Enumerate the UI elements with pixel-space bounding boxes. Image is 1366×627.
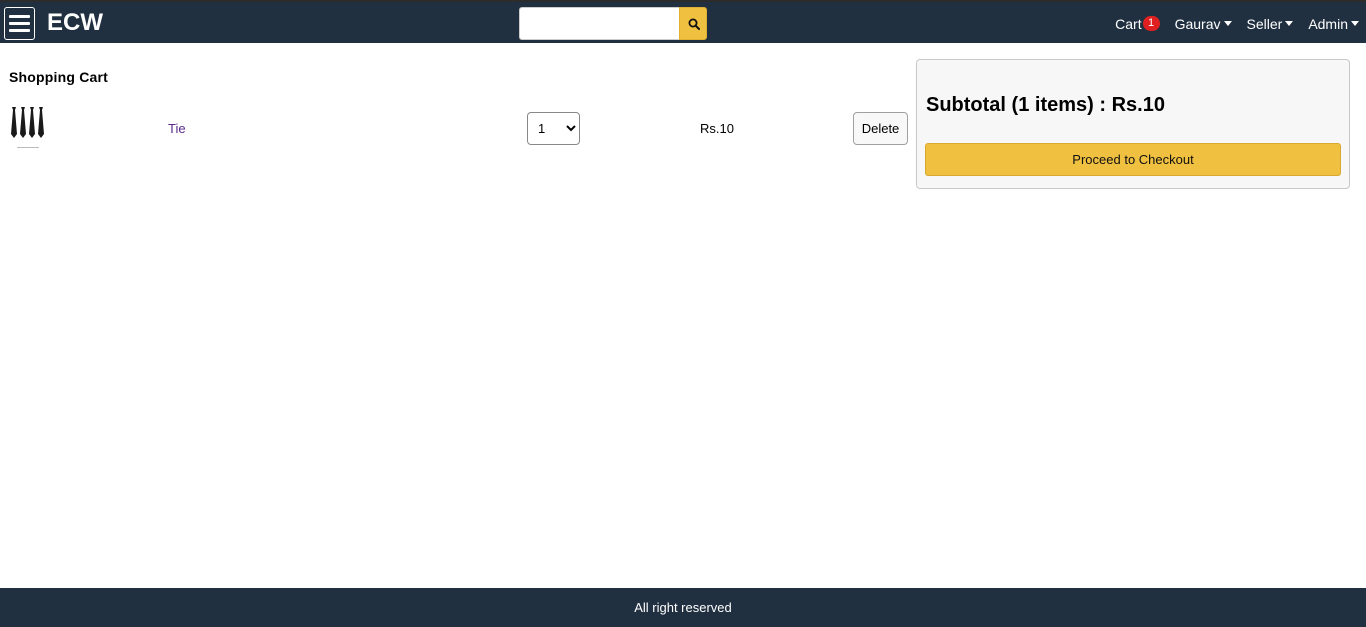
caret-down-icon: [1223, 21, 1232, 26]
top-navbar: ECW Cart 1 Gaurav Seller Admin: [0, 0, 1366, 43]
cart-count-badge: 1: [1142, 16, 1160, 31]
order-summary-card: Subtotal (1 items) : Rs.10 Proceed to Ch…: [916, 59, 1350, 189]
nav-links: Cart 1 Gaurav Seller Admin: [1100, 2, 1359, 45]
footer: All right reserved: [0, 588, 1366, 627]
cart-item-row: Tie 1 Rs.10 Delete: [9, 104, 909, 154]
search-icon: [688, 18, 700, 30]
seller-menu-label: Seller: [1246, 15, 1283, 32]
caret-down-icon: [1285, 21, 1294, 26]
product-link[interactable]: Tie: [168, 121, 186, 136]
search-input[interactable]: [519, 7, 679, 40]
caret-down-icon: [1351, 21, 1359, 26]
delete-button[interactable]: Delete: [853, 112, 908, 145]
search-button[interactable]: [679, 7, 707, 40]
admin-menu-label: Admin: [1308, 15, 1348, 32]
cart-link[interactable]: Cart 1: [1115, 15, 1160, 32]
proceed-to-checkout-button[interactable]: Proceed to Checkout: [925, 143, 1341, 176]
tie-product-image[interactable]: [9, 104, 47, 152]
subtotal-text: Subtotal (1 items) : Rs.10: [926, 94, 1165, 116]
hamburger-menu-button[interactable]: [4, 7, 35, 40]
menu-icon: [9, 15, 30, 18]
quantity-select[interactable]: 1: [527, 112, 580, 145]
page-title: Shopping Cart: [9, 69, 109, 85]
item-price: Rs.10: [700, 121, 734, 136]
footer-text: All right reserved: [634, 600, 732, 615]
search-bar: [519, 7, 707, 40]
admin-menu-dropdown[interactable]: Admin: [1308, 16, 1359, 32]
user-menu-dropdown[interactable]: Gaurav: [1175, 16, 1232, 32]
brand-logo[interactable]: ECW: [47, 9, 103, 37]
seller-menu-dropdown[interactable]: Seller: [1247, 16, 1294, 32]
user-menu-label: Gaurav: [1174, 15, 1221, 32]
cart-label: Cart: [1115, 15, 1142, 32]
